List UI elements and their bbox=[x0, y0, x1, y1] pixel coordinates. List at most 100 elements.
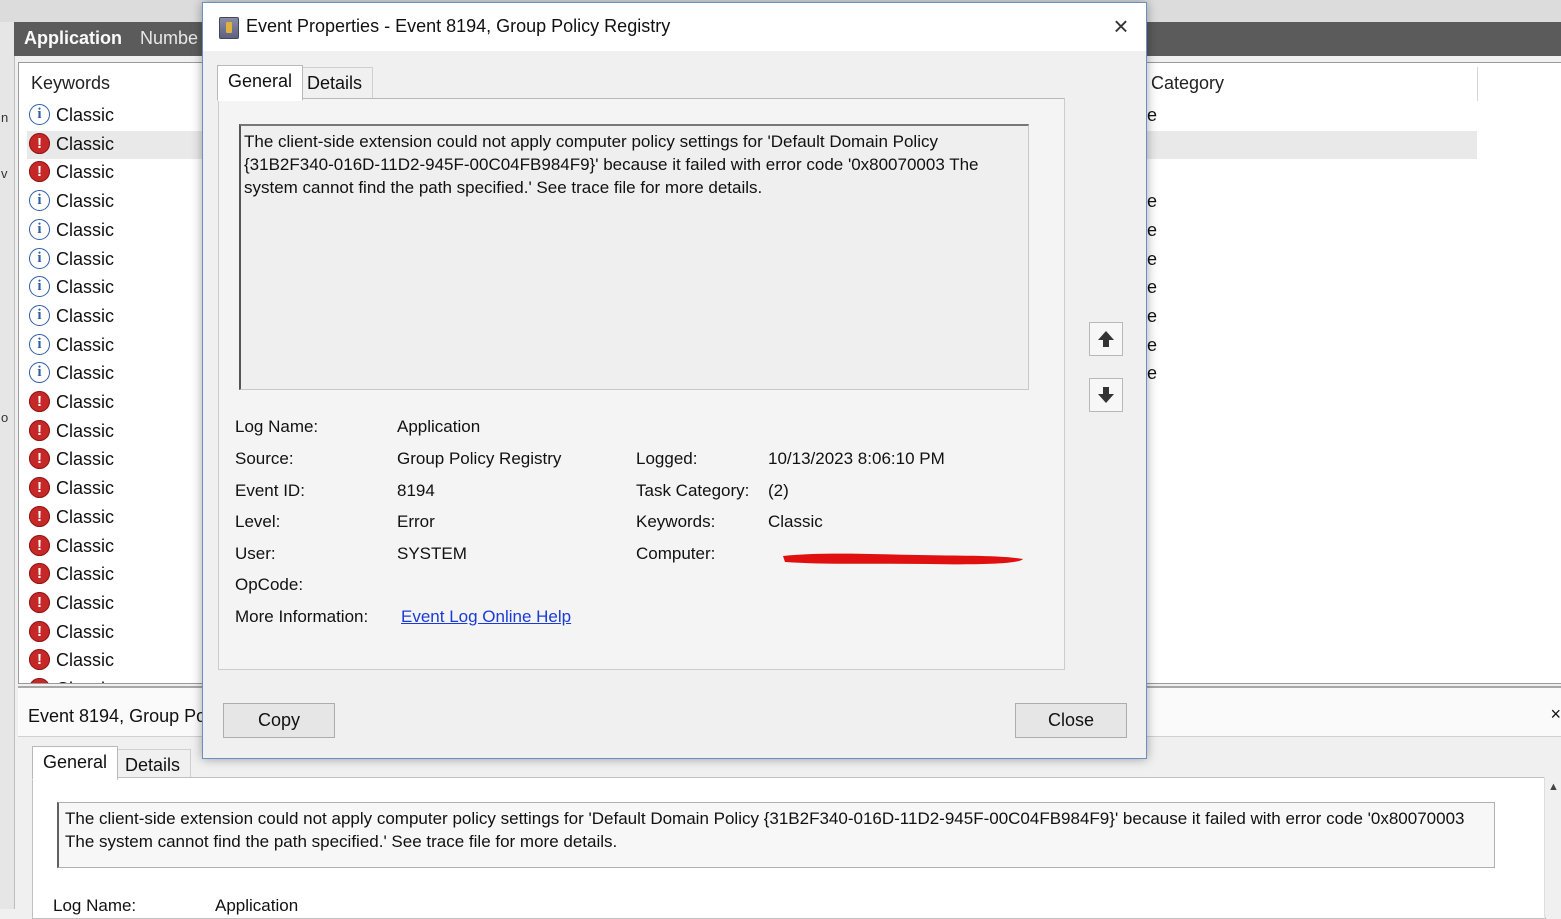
edge-text: v bbox=[1, 166, 8, 181]
event-category: e bbox=[1147, 305, 1158, 326]
information-icon: i bbox=[29, 276, 50, 298]
error-icon: ! bbox=[29, 161, 50, 183]
task-category-label: Task Category: bbox=[636, 481, 750, 500]
information-icon: i bbox=[29, 362, 50, 384]
dialog-title-bar: Event Properties - Event 8194, Group Pol… bbox=[203, 3, 1146, 51]
event-keyword: Classic bbox=[56, 506, 115, 527]
event-keyword: Classic bbox=[56, 219, 115, 240]
header-tab-number[interactable]: Numbe bbox=[140, 28, 198, 49]
event-category: e bbox=[1147, 334, 1158, 355]
preview-body: The client-side extension could not appl… bbox=[32, 777, 1546, 919]
information-icon: i bbox=[29, 190, 50, 212]
event-keyword: Classic bbox=[56, 621, 115, 642]
preview-close-button[interactable]: × bbox=[1550, 704, 1561, 725]
event-category: e bbox=[1147, 219, 1158, 240]
source-value: Group Policy Registry bbox=[397, 449, 562, 468]
preview-log-name-label: Log Name: bbox=[53, 896, 137, 915]
event-keyword: Classic bbox=[56, 191, 115, 212]
event-keyword: Classic bbox=[56, 650, 115, 671]
event-keyword: Classic bbox=[56, 334, 115, 355]
more-information-label: More Information: bbox=[235, 607, 369, 626]
error-icon: ! bbox=[29, 477, 50, 499]
event-category: e bbox=[1147, 191, 1158, 212]
user-label: User: bbox=[235, 544, 276, 563]
column-header-category[interactable]: Category bbox=[1151, 73, 1224, 94]
computer-label: Computer: bbox=[636, 544, 716, 563]
event-keyword: Classic bbox=[56, 105, 115, 125]
event-category: e bbox=[1147, 363, 1158, 384]
column-header-keywords[interactable]: Keywords bbox=[31, 73, 110, 94]
event-keyword: Classic bbox=[56, 592, 115, 613]
preview-tab-general[interactable]: General bbox=[32, 746, 119, 780]
event-category: e bbox=[1147, 105, 1158, 125]
event-description[interactable]: The client-side extension could not appl… bbox=[239, 124, 1029, 390]
event-keyword: Classic bbox=[56, 679, 114, 683]
error-icon: ! bbox=[29, 649, 50, 671]
event-keyword: Classic bbox=[56, 420, 115, 441]
previous-event-button[interactable] bbox=[1089, 322, 1123, 356]
event-category: e bbox=[1147, 248, 1158, 269]
level-label: Level: bbox=[235, 512, 281, 531]
header-tab-application[interactable]: Application bbox=[24, 28, 122, 49]
event-keyword: Classic bbox=[56, 449, 115, 470]
event-id-value: 8194 bbox=[397, 481, 435, 500]
source-label: Source: bbox=[235, 449, 294, 468]
logged-label: Logged: bbox=[636, 449, 698, 468]
event-keyword: Classic bbox=[56, 305, 115, 326]
event-log-online-help-link[interactable]: Event Log Online Help bbox=[401, 607, 571, 627]
preview-description: The client-side extension could not appl… bbox=[57, 802, 1495, 868]
event-viewer-icon bbox=[219, 17, 239, 39]
error-icon: ! bbox=[29, 391, 50, 412]
keywords-label: Keywords: bbox=[636, 512, 716, 531]
opcode-label: OpCode: bbox=[235, 575, 304, 594]
information-icon: i bbox=[29, 104, 50, 125]
close-button[interactable]: Close bbox=[1015, 703, 1127, 738]
arrow-down-icon bbox=[1098, 387, 1114, 403]
log-name-label: Log Name: bbox=[235, 417, 319, 436]
log-name-value: Application bbox=[397, 417, 481, 436]
preview-tab-details[interactable]: Details bbox=[114, 749, 192, 780]
column-separator[interactable] bbox=[1477, 67, 1478, 101]
event-keyword: Classic bbox=[56, 162, 115, 183]
next-event-button[interactable] bbox=[1089, 378, 1123, 412]
task-category-value: (2) bbox=[768, 481, 789, 500]
event-keyword: Classic bbox=[56, 535, 115, 556]
information-icon: i bbox=[29, 333, 50, 355]
dialog-title: Event Properties - Event 8194, Group Pol… bbox=[246, 16, 671, 36]
copy-button[interactable]: Copy bbox=[223, 703, 335, 738]
preview-title: Event 8194, Group Pol bbox=[28, 706, 211, 726]
computer-value-redaction bbox=[783, 553, 1023, 565]
left-pane-edge: n v o bbox=[0, 22, 15, 909]
user-value: SYSTEM bbox=[397, 544, 467, 563]
event-properties-dialog: Event Properties - Event 8194, Group Pol… bbox=[202, 2, 1147, 759]
event-keyword: Classic bbox=[56, 363, 115, 384]
event-keyword: Classic bbox=[56, 392, 115, 412]
error-icon: ! bbox=[29, 505, 50, 527]
event-keyword: Classic bbox=[56, 478, 115, 499]
logged-value: 10/13/2023 8:06:10 PM bbox=[768, 449, 945, 468]
error-icon: ! bbox=[29, 132, 50, 154]
tab-details[interactable]: Details bbox=[296, 67, 374, 100]
preview-log-name-value: Application bbox=[215, 896, 299, 915]
error-icon: ! bbox=[29, 563, 50, 585]
error-icon: ! bbox=[29, 678, 50, 683]
edge-text: n bbox=[1, 110, 9, 125]
information-icon: i bbox=[29, 247, 50, 269]
event-keyword: Classic bbox=[56, 564, 115, 585]
general-tab-panel: The client-side extension could not appl… bbox=[218, 98, 1065, 670]
tab-general[interactable]: General bbox=[217, 65, 304, 101]
error-icon: ! bbox=[29, 534, 50, 556]
event-keyword: Classic bbox=[56, 277, 115, 298]
level-value: Error bbox=[397, 512, 435, 531]
preview-scrollbar[interactable]: ▲ bbox=[1544, 777, 1561, 917]
event-keyword: Classic bbox=[56, 133, 115, 154]
event-keyword: Classic bbox=[56, 248, 115, 269]
event-id-label: Event ID: bbox=[235, 481, 305, 500]
scroll-up-icon[interactable]: ▲ bbox=[1548, 781, 1559, 793]
error-icon: ! bbox=[29, 620, 50, 642]
edge-text: o bbox=[1, 410, 9, 425]
event-category: e bbox=[1147, 277, 1158, 298]
dialog-close-button[interactable]: × bbox=[1104, 9, 1138, 43]
keywords-value: Classic bbox=[768, 512, 823, 531]
arrow-up-icon bbox=[1098, 331, 1114, 347]
